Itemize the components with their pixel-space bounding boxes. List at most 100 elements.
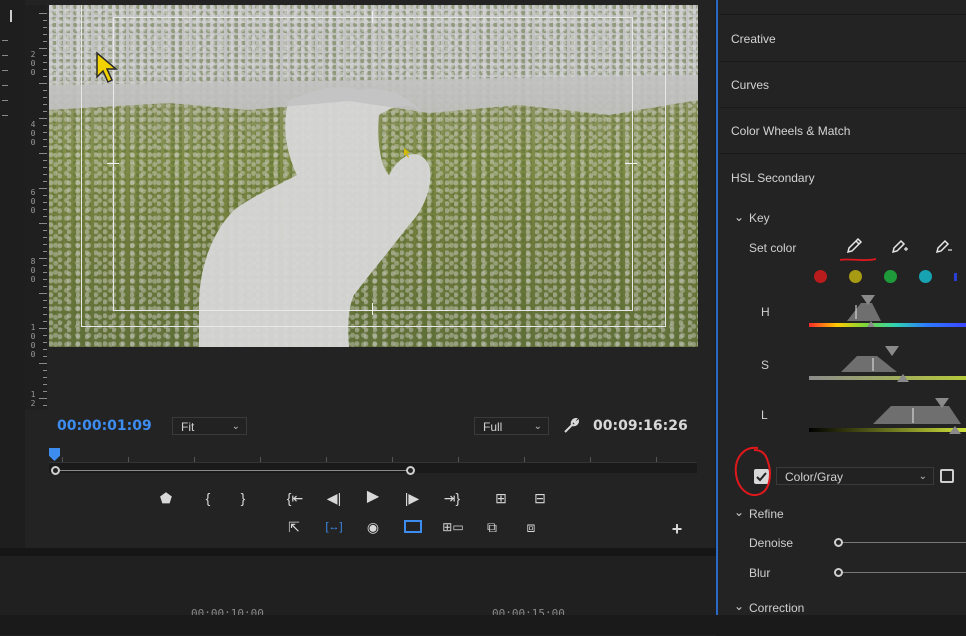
section-color-wheels[interactable]: Color Wheels & Match (731, 124, 850, 138)
step-back-icon[interactable]: ◀| (322, 488, 346, 508)
ruler-tick (43, 251, 47, 252)
refine-header[interactable]: Refine (749, 507, 784, 521)
section-creative[interactable]: Creative (731, 32, 776, 46)
section-curves[interactable]: Curves (731, 78, 769, 92)
chevron-down-icon: ⌄ (231, 421, 240, 432)
ruler-tick (43, 265, 47, 266)
ruler-tick (43, 132, 47, 133)
ruler-tick (43, 111, 47, 112)
ruler-label-400: 4 0 0 (30, 120, 36, 147)
ruler-tick (43, 41, 47, 42)
ruler-tick (43, 104, 47, 105)
ruler-tick (43, 230, 47, 231)
export-frame-out-icon[interactable]: ⇱ (282, 517, 306, 537)
current-timecode[interactable]: 00:00:01:09 (57, 418, 152, 434)
key-header[interactable]: Key (749, 211, 770, 225)
ruler-tick (39, 118, 47, 119)
ruler-tick (43, 384, 47, 385)
zoom-handle-right[interactable] (406, 466, 415, 475)
ruler-tick (43, 174, 47, 175)
mask-mode-select[interactable]: Color/Gray ⌄ (776, 467, 934, 485)
red-circle-annotation (734, 446, 771, 496)
denoise-track[interactable] (842, 542, 966, 543)
mark-in-icon[interactable]: { (196, 488, 220, 508)
ruler-tick (43, 139, 47, 140)
swatch-blue-partial[interactable] (954, 273, 957, 281)
resolution-value: Full (483, 420, 503, 434)
correction-chevron-icon[interactable]: ⌄ (734, 599, 744, 613)
ruler-tick (43, 314, 47, 315)
tool-glyph-1 (2, 40, 8, 41)
multi-camera-icon[interactable]: ⊞▭ (441, 517, 465, 537)
section-hsl-secondary[interactable]: HSL Secondary (731, 171, 815, 185)
blur-track[interactable] (842, 572, 966, 573)
zoom-level-select[interactable]: Fit ⌄ (172, 417, 247, 435)
swatch-red[interactable] (814, 270, 827, 283)
ruler-tick (39, 83, 47, 84)
extract-icon[interactable]: ⊟ (528, 488, 552, 508)
invert-mask-icon[interactable] (940, 469, 954, 483)
correction-header[interactable]: Correction (749, 601, 804, 615)
swatch-cyan[interactable] (919, 270, 932, 283)
vertical-ruler: 2 0 0 4 0 0 6 0 0 8 0 0 1 0 0 0 1 2 (25, 5, 47, 410)
tool-glyph-6 (2, 115, 8, 116)
eyedropper-add-icon[interactable] (890, 237, 910, 255)
lift-icon[interactable]: ⊞ (489, 488, 513, 508)
ruler-tick (39, 328, 47, 329)
crosshair-bottom (372, 303, 373, 315)
set-color-label: Set color (749, 241, 797, 255)
panel-gutter (0, 548, 716, 555)
add-button-icon[interactable]: + (665, 519, 689, 539)
swatch-green[interactable] (884, 270, 897, 283)
ruler-tick (43, 335, 47, 336)
ruler-tick (39, 223, 47, 224)
compare-view-icon[interactable]: ⧉ (480, 517, 504, 537)
wrench-settings-icon[interactable] (562, 417, 580, 435)
camera-icon[interactable]: ◉ (361, 517, 385, 537)
ruler-label-200: 2 0 0 (30, 50, 36, 77)
playback-resolution-select[interactable]: Full ⌄ (474, 417, 549, 435)
ruler-tick (39, 48, 47, 49)
zoom-scroll-bar[interactable] (49, 462, 697, 473)
blur-label: Blur (749, 566, 771, 580)
key-chevron-icon[interactable]: ⌄ (734, 210, 744, 224)
denoise-handle[interactable] (834, 538, 843, 547)
loop-in-out-icon[interactable]: [↔] (322, 517, 346, 537)
zoom-handle-left[interactable] (51, 466, 60, 475)
hue-range-slider[interactable] (809, 293, 966, 333)
ruler-tick (43, 160, 47, 161)
crosshair-right (625, 163, 637, 164)
ruler-tick (43, 391, 47, 392)
step-forward-icon[interactable]: |▶ (400, 488, 424, 508)
s-label: S (761, 358, 770, 372)
lumetri-color-panel: Creative Curves Color Wheels & Match HSL… (716, 0, 966, 615)
add-marker-icon[interactable]: ⬟ (154, 488, 178, 508)
divider (720, 61, 966, 62)
eyedropper-subtract-icon[interactable] (934, 237, 954, 255)
saturation-range-slider[interactable] (809, 346, 966, 386)
divider (720, 107, 966, 108)
eyedropper-icon[interactable] (845, 237, 863, 255)
ruler-tick (39, 293, 47, 294)
bottom-bar (0, 615, 966, 635)
safe-margins-icon[interactable] (404, 520, 422, 533)
ruler-tick (43, 342, 47, 343)
play-icon[interactable]: ▶ (361, 487, 385, 507)
ruler-tick (39, 188, 47, 189)
tool-glyph-2 (2, 55, 8, 56)
go-to-out-icon[interactable]: ⇥} (440, 488, 464, 508)
chevron-down-icon: ⌄ (918, 471, 927, 482)
red-underline-annotation (839, 258, 877, 262)
swatch-yellow[interactable] (849, 270, 862, 283)
refine-chevron-icon[interactable]: ⌄ (734, 505, 744, 519)
blur-handle[interactable] (834, 568, 843, 577)
video-frame[interactable] (49, 5, 698, 347)
ruler-tick (43, 90, 47, 91)
go-to-in-icon[interactable]: {⇤ (283, 488, 307, 508)
ruler-label-800: 8 0 0 (30, 257, 36, 284)
ruler-tick (43, 27, 47, 28)
overlay-icon[interactable]: ⧈ (519, 517, 543, 537)
mark-out-icon[interactable]: } (231, 488, 255, 508)
luminance-range-slider[interactable] (809, 396, 966, 436)
tool-bar-icon[interactable] (10, 10, 12, 22)
